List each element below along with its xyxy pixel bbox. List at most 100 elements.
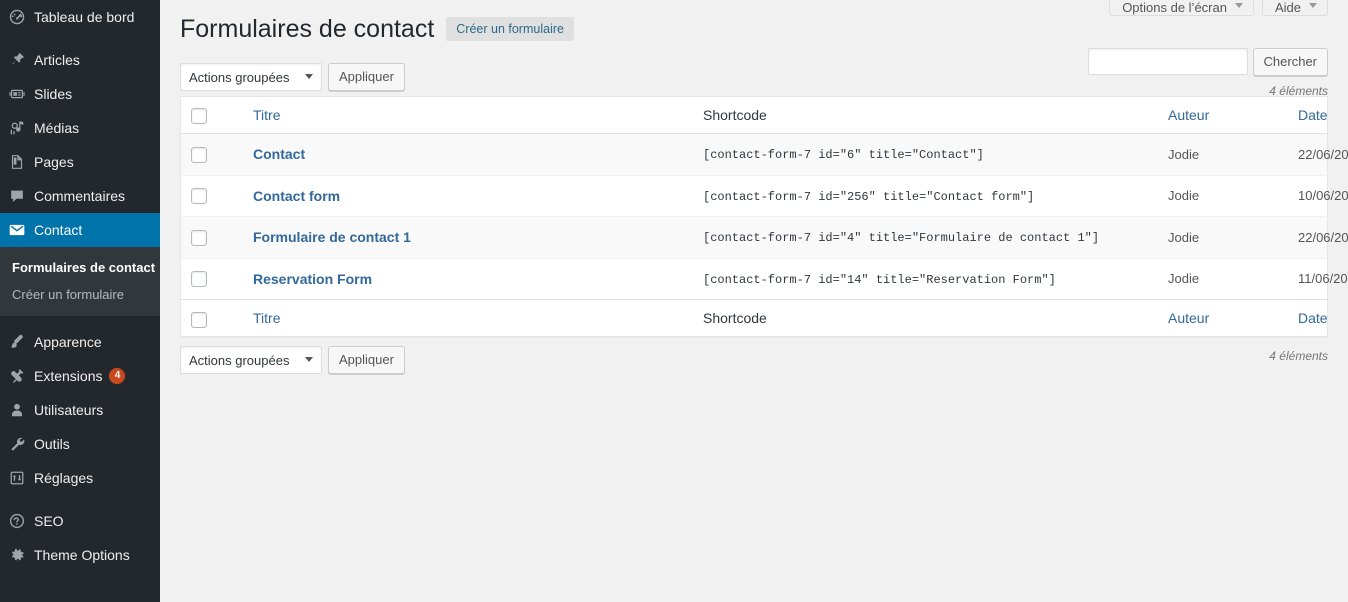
sidebar-item-label: Apparence (34, 334, 102, 350)
seo-icon (0, 512, 34, 530)
column-footer-title-label: Titre (253, 310, 281, 327)
sidebar-subitem-formulaires-de-contact[interactable]: Formulaires de contact (0, 254, 160, 281)
sidebar-subitem-creer-un-formulaire[interactable]: Créer un formulaire (0, 281, 160, 308)
column-header-title-label: Titre (253, 107, 281, 123)
row-author-cell: Jodie (1158, 174, 1288, 217)
sidebar-item-seo[interactable]: SEO (0, 504, 160, 538)
screen-options-label: Options de l’écran (1122, 0, 1227, 15)
row-date-cell: 10/06/2014 (1288, 174, 1348, 217)
apply-bulk-action-button-bottom[interactable]: Appliquer (328, 346, 405, 375)
bulk-action-select-wrap: Actions groupées Supprimer (180, 63, 322, 91)
table-body: Contact [contact-form-7 id="6" title="Co… (180, 133, 1348, 300)
pages-icon (0, 153, 34, 171)
form-title-link[interactable]: Reservation Form (253, 271, 372, 287)
sidebar-item-dashboard[interactable]: Tableau de bord (0, 0, 160, 34)
sidebar-item-articles[interactable]: Articles (0, 43, 160, 77)
shortcode-value[interactable]: [contact-form-7 id="14" title="Reservati… (703, 273, 1056, 287)
sidebar-item-commentaires[interactable]: Commentaires (0, 179, 160, 213)
table-row: Contact form [contact-form-7 id="256" ti… (180, 174, 1348, 217)
column-header-author[interactable]: Auteur (1158, 96, 1288, 134)
sidebar-item-extensions[interactable]: Extensions 4 (0, 359, 160, 393)
column-footer-author-label: Auteur (1168, 310, 1210, 327)
pin-icon (0, 51, 34, 69)
shortcode-value[interactable]: [contact-form-7 id="4" title="Formulaire… (703, 231, 1099, 245)
shortcode-value[interactable]: [contact-form-7 id="256" title="Contact … (703, 190, 1034, 204)
row-checkbox[interactable] (191, 146, 207, 163)
comments-icon (0, 187, 34, 205)
wrench-icon (0, 435, 34, 453)
column-footer-title[interactable]: Titre (243, 299, 693, 337)
row-shortcode-cell: [contact-form-7 id="4" title="Formulaire… (693, 216, 1158, 259)
row-select-cell (181, 134, 244, 176)
sidebar-item-label: Theme Options (34, 547, 130, 563)
column-header-title[interactable]: Titre (243, 96, 693, 134)
row-author-cell: Jodie (1158, 216, 1288, 259)
shortcode-value[interactable]: [contact-form-7 id="6" title="Contact"] (703, 148, 984, 162)
add-new-form-button[interactable]: Créer un formulaire (446, 17, 574, 41)
admin-layout: Tableau de bord Articles Slides Médias P… (0, 0, 1348, 602)
tablenav-bottom: Actions groupées Supprimer Appliquer 4 é… (180, 345, 1328, 375)
row-checkbox[interactable] (191, 229, 207, 246)
row-author-cell: Jodie (1158, 257, 1288, 300)
sidebar-item-medias[interactable]: Médias (0, 111, 160, 145)
row-shortcode-cell: [contact-form-7 id="6" title="Contact"] (693, 134, 1158, 176)
screen-meta-links: Options de l’écran Aide (1109, 0, 1328, 16)
sidebar-item-pages[interactable]: Pages (0, 145, 160, 179)
sidebar-item-label: Pages (34, 154, 74, 170)
page-title: Formulaires de contact (180, 15, 435, 43)
sidebar-item-label: SEO (34, 513, 64, 529)
column-header-date-label: Date (1298, 107, 1328, 123)
bulk-action-select-top[interactable]: Actions groupées Supprimer (180, 63, 322, 91)
row-select-cell (180, 257, 243, 300)
sidebar-item-label: Médias (34, 120, 80, 136)
sidebar-item-contact[interactable]: Contact (0, 213, 160, 247)
column-header-date[interactable]: Date (1288, 96, 1328, 134)
plugin-icon (0, 367, 34, 385)
sidebar-item-slides[interactable]: Slides (0, 77, 160, 111)
select-all-checkbox-top[interactable] (191, 108, 207, 125)
sidebar-item-outils[interactable]: Outils (0, 427, 160, 461)
gear-icon (0, 546, 34, 564)
slides-icon (0, 85, 34, 103)
form-title-link[interactable]: Contact (253, 146, 305, 162)
media-icon (0, 119, 34, 137)
table-row: Formulaire de contact 1 [contact-form-7 … (180, 216, 1348, 259)
column-footer-author[interactable]: Auteur (1158, 299, 1288, 337)
row-shortcode-cell: [contact-form-7 id="14" title="Reservati… (693, 257, 1158, 300)
form-title-link[interactable]: Contact form (253, 188, 340, 204)
select-all-checkbox-bottom[interactable] (191, 311, 207, 328)
sidebar-item-label: Articles (34, 52, 80, 68)
screen-options-toggle[interactable]: Options de l’écran (1109, 0, 1254, 16)
sidebar-item-theme-options[interactable]: Theme Options (0, 538, 160, 572)
row-date-cell: 22/06/2015 (1288, 216, 1348, 259)
sidebar-divider-1 (0, 34, 160, 43)
settings-icon (0, 469, 34, 487)
table-header-row: Titre Shortcode Auteur Date (180, 96, 1328, 134)
sidebar-divider-2 (0, 316, 160, 325)
row-select-cell (180, 174, 243, 217)
column-footer-date[interactable]: Date (1288, 299, 1328, 337)
row-checkbox[interactable] (191, 271, 207, 288)
sidebar-item-reglages[interactable]: Réglages (0, 461, 160, 495)
sidebar-item-label: Contact (34, 222, 83, 238)
dashboard-icon (0, 8, 34, 26)
row-date-cell: 22/06/2015 (1298, 146, 1348, 162)
form-title-link[interactable]: Formulaire de contact 1 (253, 229, 411, 245)
chevron-down-icon (1234, 3, 1243, 8)
sidebar-item-utilisateurs[interactable]: Utilisateurs (0, 393, 160, 427)
apply-bulk-action-button-top[interactable]: Appliquer (328, 63, 405, 91)
help-toggle[interactable]: Aide (1261, 0, 1328, 16)
paintbrush-icon (0, 333, 34, 351)
row-checkbox[interactable] (191, 188, 207, 205)
bulk-action-select-bottom[interactable]: Actions groupées Supprimer (180, 346, 322, 375)
row-title-cell: Contact (243, 134, 693, 176)
row-title-cell: Formulaire de contact 1 (243, 216, 693, 259)
bulk-action-select-wrap-bottom: Actions groupées Supprimer (180, 346, 322, 375)
row-author-cell: Jodie (1168, 146, 1200, 162)
sidebar-item-apparence[interactable]: Apparence (0, 325, 160, 359)
column-footer-shortcode: Shortcode (693, 299, 1158, 337)
sidebar-item-label: Extensions (34, 368, 103, 384)
column-footer-shortcode-label: Shortcode (703, 310, 767, 327)
extensions-update-badge: 4 (109, 368, 126, 384)
table-footer-row: Titre Shortcode Auteur Date (180, 299, 1328, 337)
